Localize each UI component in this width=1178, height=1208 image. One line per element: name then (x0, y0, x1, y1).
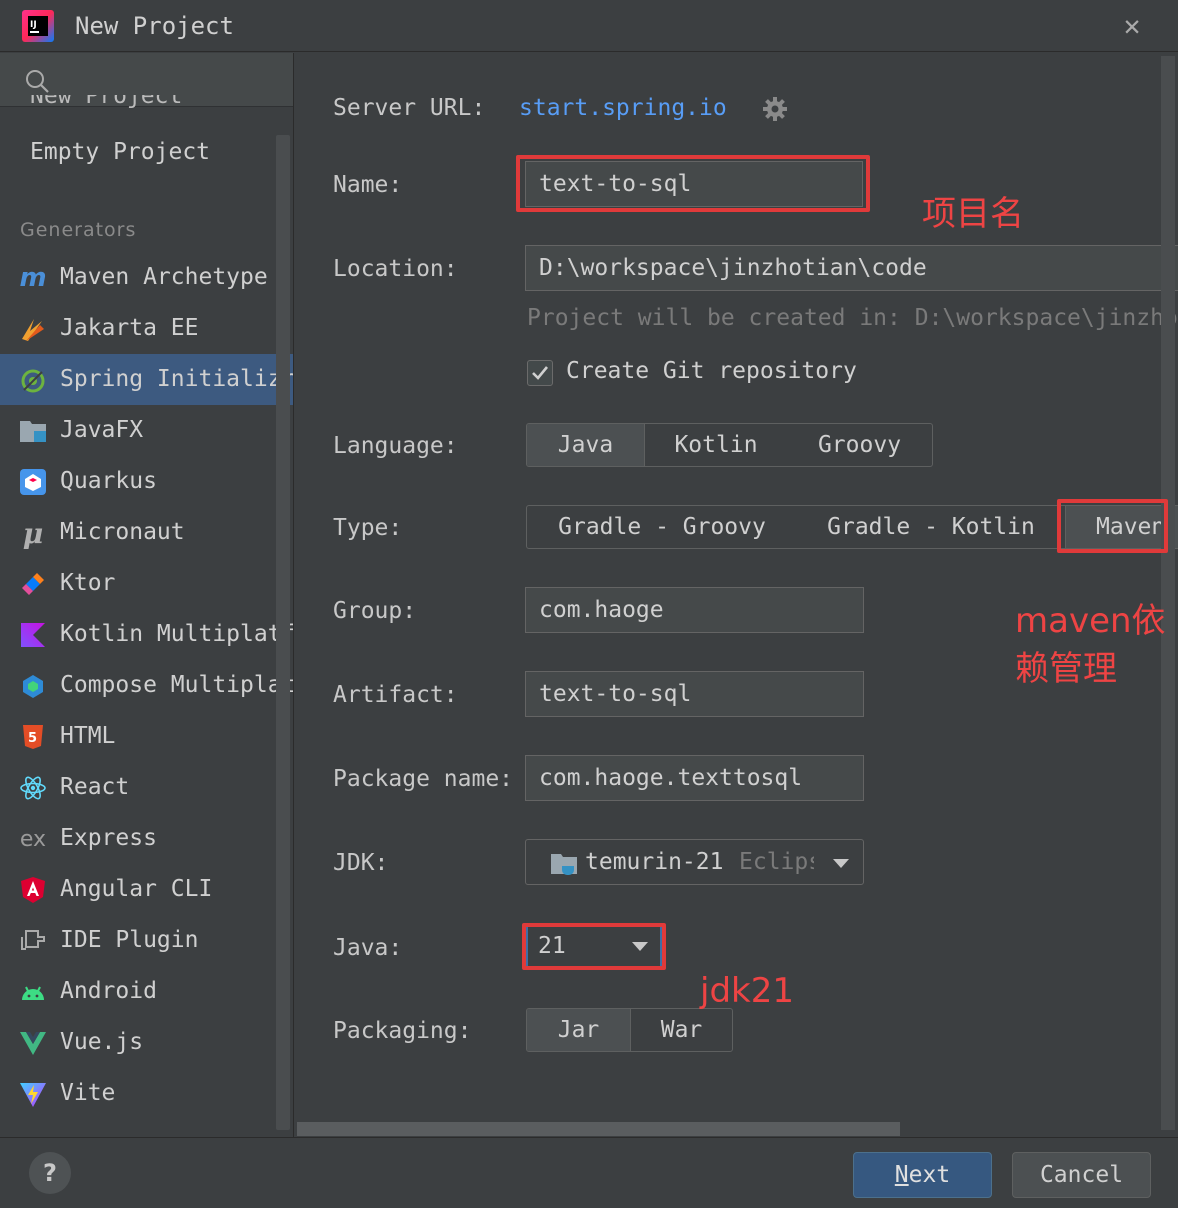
create-git-checkbox[interactable] (527, 360, 553, 386)
sidebar-item-maven-archetype[interactable]: m Maven Archetype (0, 252, 293, 303)
kotlin-icon (21, 623, 45, 647)
svg-text:IJ: IJ (30, 20, 37, 30)
search-icon (26, 70, 49, 93)
sidebar-item-spring-initializr[interactable]: Spring Initializr (0, 354, 293, 405)
compose-icon (23, 675, 43, 698)
create-git-label: Create Git repository (566, 358, 857, 384)
html5-icon: 5 (23, 725, 43, 749)
dialog-footer: ? Next Cancel (0, 1137, 1178, 1208)
name-label: Name: (333, 172, 403, 198)
android-icon (22, 986, 44, 1000)
type-label: Type: (333, 515, 403, 541)
maven-annotation-line1: maven依 (1015, 601, 1166, 641)
gear-icon[interactable] (761, 95, 789, 123)
sidebar: New Project Empty Project Generators m M… (0, 53, 294, 1137)
plugin-icon (21, 930, 45, 950)
form-vertical-scrollbar[interactable] (1161, 56, 1175, 1130)
window-title: New Project (75, 12, 234, 40)
location-field[interactable]: D:\workspace\jinzhotian\code (525, 245, 1178, 291)
generators-heading: Generators (20, 219, 137, 241)
sidebar-item-html[interactable]: 5 HTML (0, 711, 293, 762)
server-url-link[interactable]: start.spring.io (519, 93, 727, 123)
package-name-field[interactable]: com.haoge.texttosql (525, 755, 864, 801)
type-selector: Gradle - Groovy Gradle - Kotlin Maven (526, 505, 1178, 549)
sidebar-item-quarkus[interactable]: Quarkus (0, 456, 293, 507)
sidebar-item-micronaut[interactable]: μ Micronaut (0, 507, 293, 558)
express-icon: ex (19, 826, 47, 852)
java-annotation: jdk21 (700, 971, 794, 1011)
language-selector: Java Kotlin Groovy (526, 423, 933, 467)
angular-icon (21, 877, 45, 903)
help-button[interactable]: ? (29, 1152, 71, 1194)
chevron-down-icon (632, 942, 648, 951)
artifact-field[interactable]: text-to-sql (525, 671, 864, 717)
packaging-option-war[interactable]: War (631, 1009, 732, 1051)
chevron-down-icon (833, 859, 849, 868)
sidebar-item-kotlin-multiplatform[interactable]: Kotlin Multiplatform (0, 609, 293, 660)
quarkus-icon (20, 469, 46, 495)
jakarta-icon (22, 319, 44, 341)
sidebar-item-android[interactable]: Android (0, 966, 293, 1017)
micronaut-icon: μ (22, 516, 44, 550)
java-version-dropdown[interactable]: 21 (526, 923, 662, 969)
java-version-value: 21 (538, 933, 566, 959)
sidebar-item-angular-cli[interactable]: Angular CLI (0, 864, 293, 915)
jdk-label: JDK: (333, 850, 389, 876)
type-option-gradle-kotlin[interactable]: Gradle - Kotlin (797, 506, 1065, 548)
close-icon[interactable]: ✕ (1116, 10, 1148, 42)
location-label: Location: (333, 256, 458, 282)
maven-icon: m (19, 262, 47, 293)
next-label: ext (908, 1162, 951, 1188)
sidebar-item-ktor[interactable]: Ktor (0, 558, 293, 609)
location-hint: Project will be created in: D:\workspace… (527, 305, 1178, 331)
sidebar-item-empty-project[interactable]: Empty Project (30, 139, 210, 165)
spring-icon (21, 369, 45, 393)
next-button[interactable]: Next (853, 1152, 992, 1198)
sidebar-item-compose-multiplatform[interactable]: Compose Multiplatform (0, 660, 293, 711)
sidebar-item-javafx[interactable]: JavaFX (0, 405, 293, 456)
form-horizontal-scrollbar[interactable] (297, 1122, 900, 1136)
cancel-button[interactable]: Cancel (1012, 1152, 1151, 1198)
package-name-label: Package name: (333, 766, 514, 792)
next-mnemonic: N (894, 1162, 909, 1188)
packaging-label: Packaging: (333, 1018, 472, 1044)
language-option-groovy[interactable]: Groovy (787, 424, 932, 466)
artifact-label: Artifact: (333, 682, 458, 708)
vue-icon (20, 1032, 46, 1055)
react-icon (20, 776, 46, 800)
server-url-label: Server URL: (333, 95, 486, 121)
jdk-folder-icon (551, 854, 577, 875)
sidebar-item-ide-plugin[interactable]: IDE Plugin (0, 915, 293, 966)
group-field[interactable]: com.haoge (525, 587, 864, 633)
jdk-dropdown[interactable]: temurin-21 Eclipse Adoptium (525, 839, 864, 885)
vite-icon (20, 1083, 46, 1107)
java-label: Java: (333, 935, 403, 961)
maven-annotation-line2: 赖管理 (1015, 649, 1117, 689)
group-label: Group: (333, 598, 417, 624)
svg-text:5: 5 (28, 731, 37, 746)
sidebar-item-express[interactable]: ex Express (0, 813, 293, 864)
sidebar-item-new-project[interactable]: New Project (30, 95, 182, 109)
javafx-icon (20, 421, 46, 442)
name-annotation: 项目名 (922, 194, 1024, 234)
type-option-gradle-groovy[interactable]: Gradle - Groovy (527, 506, 797, 548)
intellij-icon: IJ (22, 10, 54, 42)
ktor-icon (22, 573, 44, 595)
sidebar-item-react[interactable]: React (0, 762, 293, 813)
name-field[interactable]: text-to-sql (525, 161, 863, 207)
packaging-selector: Jar War (526, 1008, 733, 1052)
language-option-java[interactable]: Java (527, 424, 645, 466)
title-bar: IJ New Project ✕ (0, 0, 1178, 52)
jdk-name: temurin-21 (585, 849, 724, 875)
sidebar-item-vue[interactable]: Vue.js (0, 1017, 293, 1068)
language-label: Language: (333, 433, 458, 459)
sidebar-item-jakarta-ee[interactable]: Jakarta EE (0, 303, 293, 354)
jdk-vendor: Eclipse Adoptium (739, 849, 814, 875)
packaging-option-jar[interactable]: Jar (527, 1009, 631, 1051)
language-option-kotlin[interactable]: Kotlin (645, 424, 787, 466)
sidebar-vertical-scrollbar[interactable] (276, 135, 290, 1130)
checkmark-icon (532, 366, 549, 380)
sidebar-item-vite[interactable]: Vite (0, 1068, 293, 1119)
